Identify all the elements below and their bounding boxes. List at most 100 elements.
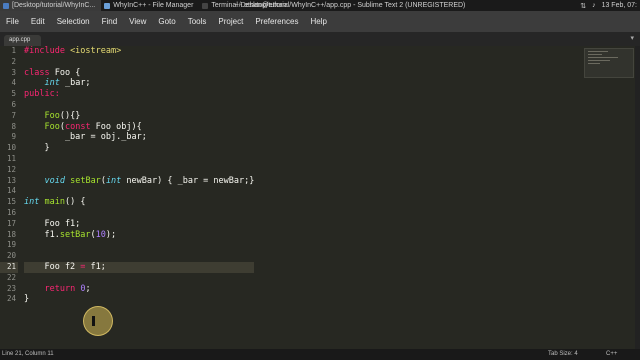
code-line[interactable]: Foo f1; [24, 219, 254, 230]
code-line[interactable]: #include <iostream> [24, 46, 254, 57]
code-line[interactable]: int main() { [24, 197, 254, 208]
minimap[interactable] [584, 48, 634, 78]
code-line[interactable] [24, 208, 254, 219]
code-token: class [24, 67, 55, 78]
code-line[interactable] [24, 273, 254, 284]
network-icon[interactable]: ⇅ [580, 2, 586, 10]
menu-find[interactable]: Find [96, 17, 124, 26]
code-line[interactable] [24, 165, 254, 176]
code-line[interactable] [24, 100, 254, 111]
line-number-gutter: 1 2 3 4 5 6 7 8 9 10 11 12 13 14 15 16 17 18 19 20 21 22 23 24 [0, 46, 18, 349]
code-token: { [70, 67, 81, 78]
line-number: 22 [6, 272, 16, 282]
tab-app-cpp[interactable]: app.cpp [4, 35, 41, 46]
menu-file[interactable]: File [0, 17, 25, 26]
code-token: Foo f1; [24, 218, 81, 229]
cursor-position: Line 21, Column 11 [2, 351, 54, 357]
line-number: 19 [6, 240, 16, 250]
clock[interactable]: 13 Feb, 07: [602, 2, 637, 9]
menu-preferences[interactable]: Preferences [249, 17, 304, 26]
code-line[interactable]: f1.setBar(10); [24, 230, 254, 241]
code-line[interactable] [24, 240, 254, 251]
syntax-selector[interactable]: C++ [606, 349, 617, 360]
app-icon [202, 2, 209, 9]
code-line[interactable]: class Foo { [24, 68, 254, 79]
code-line[interactable] [24, 154, 254, 165]
code-line[interactable]: } [24, 143, 254, 154]
menu-project[interactable]: Project [212, 17, 249, 26]
line-number: 18 [6, 229, 16, 239]
line-number: 7 [11, 110, 16, 120]
code-token: _bar = obj._bar; [24, 132, 147, 143]
code-line[interactable]: int _bar; [24, 78, 254, 89]
minimap-line [588, 54, 602, 55]
app-icon [3, 2, 9, 9]
app-icon [104, 2, 111, 9]
code-line[interactable]: Foo f2 = f1; [24, 261, 255, 273]
menu-edit[interactable]: Edit [25, 17, 51, 26]
taskbar-task[interactable]: [Desktop/tutorial/WhyInC... [0, 0, 102, 11]
code-line[interactable] [24, 57, 254, 68]
line-number: 9 [11, 132, 16, 142]
code-line[interactable]: _bar = obj._bar; [24, 132, 254, 143]
status-bar: Line 21, Column 11 Tab Size: 4 C++ [0, 349, 640, 360]
code-editor[interactable]: 1 2 3 4 5 6 7 8 9 10 11 12 13 14 15 16 17 18 19 20 21 22 23 24 … [0, 46, 640, 349]
volume-icon[interactable]: ♪ [592, 2, 596, 9]
code-line[interactable]: } [24, 294, 254, 305]
menu-selection[interactable]: Selection [51, 17, 96, 26]
line-number: 16 [6, 207, 16, 217]
code-token: f1; [85, 261, 106, 272]
code-token: Foo [44, 121, 60, 132]
code-token: } [24, 143, 50, 154]
menu-goto[interactable]: Goto [152, 17, 181, 26]
menu-view[interactable]: View [123, 17, 152, 26]
minimap-line [588, 63, 600, 64]
code-token: Foo f2 [24, 261, 81, 272]
code-token: 10 [95, 229, 106, 240]
minimap-line [588, 51, 608, 52]
mouse-cursor-icon [92, 316, 95, 326]
menu-tools[interactable]: Tools [182, 17, 213, 26]
code-token: ); [105, 229, 117, 240]
code-token: Foo [44, 110, 60, 121]
taskbar-task[interactable]: WhyInC++ - File Manager [101, 0, 199, 11]
code-token: int [105, 175, 122, 186]
code-token: return [44, 283, 76, 294]
code-token: (){} [59, 110, 81, 121]
code-line[interactable]: Foo(){} [24, 111, 254, 122]
code-area[interactable]: #include <iostream> class Foo { int _bar… [24, 46, 255, 305]
mouse-click-highlight [83, 306, 113, 336]
tab-menu-chevron-icon[interactable]: ▾ [630, 34, 634, 42]
code-token: _bar; [59, 78, 91, 89]
tab-strip: app.cpp ▾ [0, 32, 640, 46]
code-line[interactable] [24, 186, 254, 197]
line-number: 1 [11, 46, 16, 55]
menu-bar: File Edit Selection Find View Goto Tools Projec… [0, 11, 640, 32]
code-token: setBar [70, 175, 101, 186]
code-line[interactable]: return 0; [24, 284, 254, 295]
code-token: () { [64, 197, 86, 208]
code-line[interactable]: public: [24, 89, 254, 100]
os-taskbar: [Desktop/tutorial/WhyInC... WhyInC++ - Fi… [0, 0, 640, 11]
line-number: 6 [11, 99, 16, 109]
menu-help[interactable]: Help [304, 17, 332, 26]
line-number: 13 [6, 175, 16, 185]
code-line[interactable]: Foo(const Foo obj){ [24, 122, 254, 133]
code-token: setBar [59, 229, 91, 240]
code-token: int [24, 197, 40, 208]
line-number: 5 [11, 89, 16, 99]
tab-size-selector[interactable]: Tab Size: 4 [548, 349, 578, 360]
code-token: newBar) { _bar = newBar;} [121, 175, 255, 186]
code-token: #include <iostream> [24, 46, 122, 56]
code-line[interactable]: void setBar(int newBar) { _bar = newBar;… [24, 176, 254, 187]
code-token: ; [85, 283, 91, 294]
code-line[interactable] [24, 251, 254, 262]
vertical-scrollbar[interactable] [635, 46, 640, 349]
code-token: public: [24, 89, 60, 100]
line-number: 12 [6, 164, 16, 174]
